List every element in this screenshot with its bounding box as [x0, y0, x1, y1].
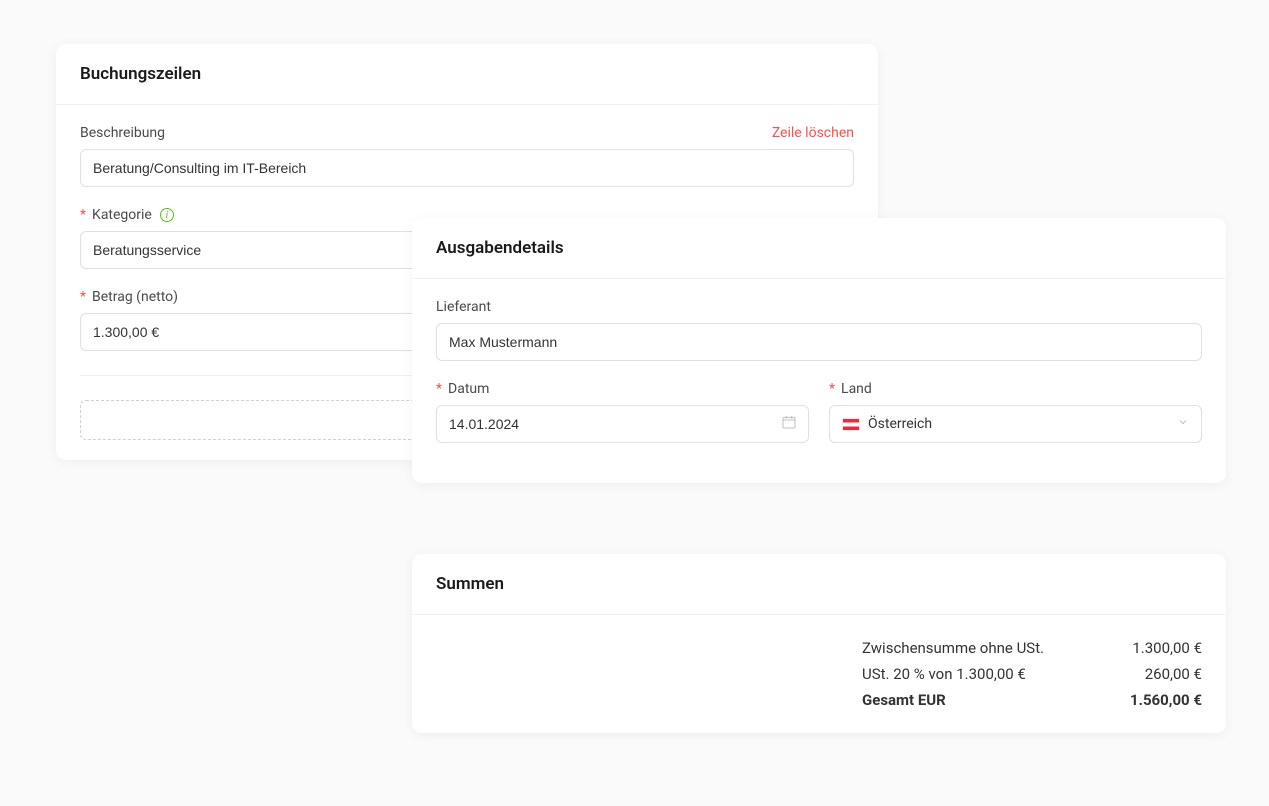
- total-value: 1.560,00 €: [1102, 691, 1202, 709]
- country-label: Land: [841, 381, 872, 397]
- description-field-group: Beschreibung Zeile löschen: [80, 125, 854, 187]
- totals-header: Summen: [412, 554, 1226, 615]
- vat-row: USt. 20 % von 1.300,00 € 260,00 €: [862, 661, 1202, 687]
- totals-card: Summen Zwischensumme ohne USt. 1.300,00 …: [412, 554, 1226, 733]
- amount-label: Betrag (netto): [92, 289, 178, 305]
- description-input[interactable]: [80, 149, 854, 187]
- supplier-field-group: Lieferant: [436, 299, 1202, 361]
- required-mark-icon: *: [80, 207, 86, 223]
- totals-body: Zwischensumme ohne USt. 1.300,00 € USt. …: [412, 615, 1226, 733]
- expense-details-body: Lieferant * Datum: [412, 279, 1226, 483]
- delete-line-button[interactable]: Zeile löschen: [772, 125, 854, 141]
- category-label: Kategorie: [92, 207, 152, 223]
- expense-details-card: Ausgabendetails Lieferant * Datum: [412, 218, 1226, 483]
- vat-value: 260,00 €: [1102, 665, 1202, 683]
- required-mark-icon: *: [829, 381, 835, 397]
- total-label: Gesamt EUR: [862, 691, 1102, 709]
- subtotal-value: 1.300,00 €: [1102, 639, 1202, 657]
- date-label: Datum: [448, 381, 489, 397]
- required-mark-icon: *: [436, 381, 442, 397]
- expense-details-title: Ausgabendetails: [436, 238, 1202, 258]
- totals-title: Summen: [436, 574, 1202, 594]
- country-select[interactable]: Österreich: [829, 405, 1202, 443]
- booking-lines-title: Buchungszeilen: [80, 64, 854, 84]
- required-mark-icon: *: [80, 289, 86, 305]
- country-value: Österreich: [868, 416, 932, 432]
- total-row: Gesamt EUR 1.560,00 €: [862, 687, 1202, 713]
- booking-lines-header: Buchungszeilen: [56, 44, 878, 105]
- subtotal-label: Zwischensumme ohne USt.: [862, 639, 1102, 657]
- expense-details-header: Ausgabendetails: [412, 218, 1226, 279]
- supplier-label: Lieferant: [436, 299, 491, 315]
- date-input[interactable]: [436, 405, 809, 443]
- chevron-down-icon: [1177, 416, 1189, 432]
- description-label: Beschreibung: [80, 125, 165, 141]
- info-icon[interactable]: i: [160, 208, 174, 222]
- austria-flag-icon: [842, 418, 860, 431]
- date-field-group: * Datum: [436, 381, 809, 443]
- country-field-group: * Land Österreich: [829, 381, 1202, 443]
- subtotal-row: Zwischensumme ohne USt. 1.300,00 €: [862, 635, 1202, 661]
- supplier-input[interactable]: [436, 323, 1202, 361]
- vat-label: USt. 20 % von 1.300,00 €: [862, 665, 1102, 683]
